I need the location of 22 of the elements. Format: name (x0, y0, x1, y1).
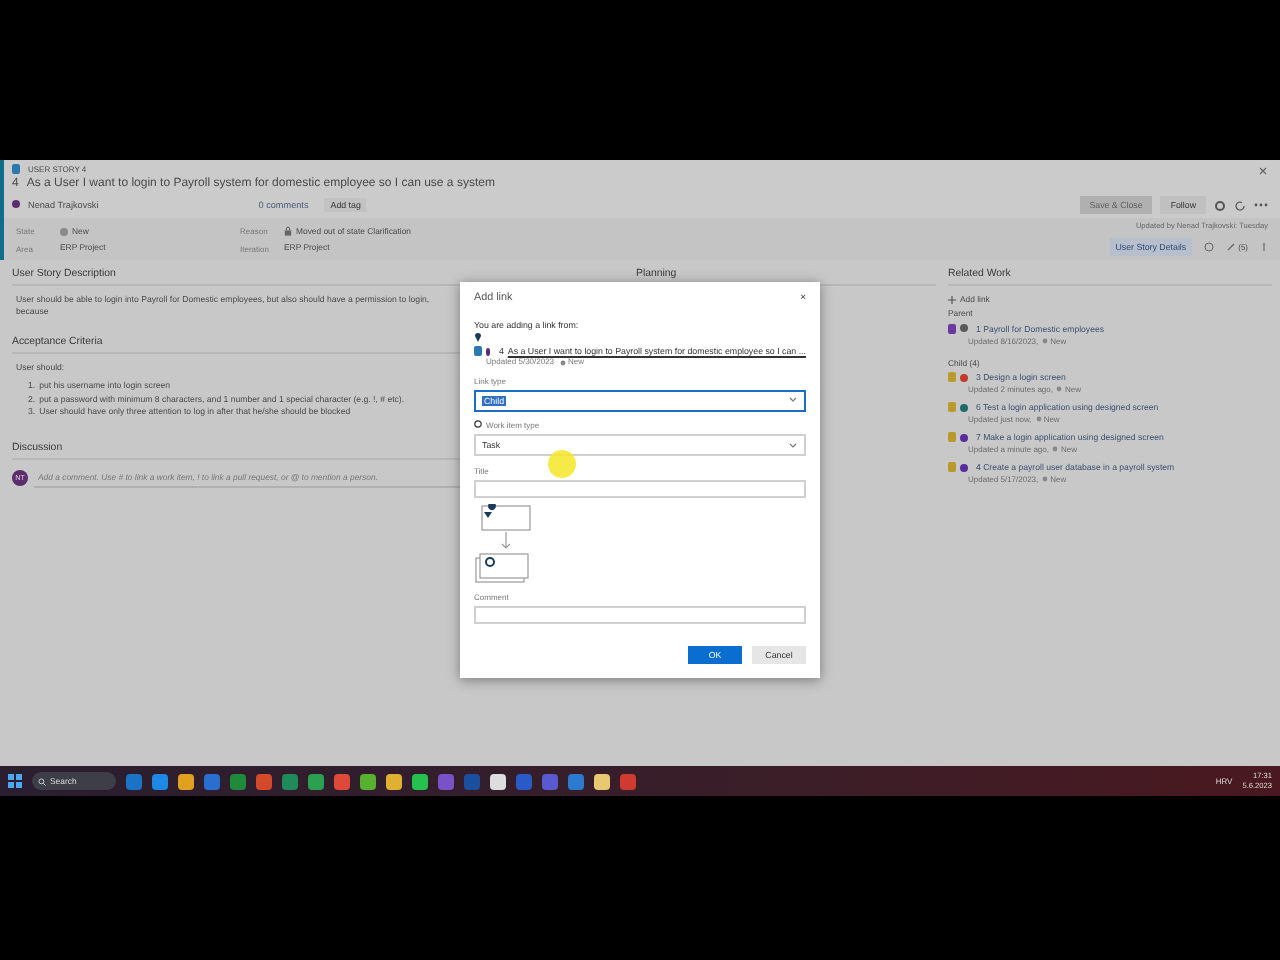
state-dot-icon (1052, 446, 1059, 453)
state-dot (60, 227, 68, 236)
state-dot-icon (1042, 476, 1049, 483)
comment-input[interactable] (474, 606, 806, 625)
lock-icon (284, 226, 292, 237)
search-icon (38, 777, 46, 785)
title-field[interactable] (474, 480, 806, 499)
state-dot-icon (1035, 416, 1042, 423)
chevron-down-icon (788, 396, 798, 405)
target-icon (474, 420, 482, 429)
chevron-down-icon (788, 441, 798, 450)
more-icon[interactable] (1254, 202, 1268, 208)
close-icon[interactable] (1258, 166, 1268, 176)
pin-icon (474, 331, 482, 342)
refresh-icon[interactable] (1234, 199, 1246, 211)
item-avatar (486, 347, 491, 356)
windows-icon[interactable] (8, 774, 22, 788)
state-dot-icon (560, 359, 567, 366)
cursor-highlight (548, 450, 576, 478)
plus-icon (948, 295, 956, 304)
state-dot-icon (1056, 386, 1063, 393)
state-dot-icon (1042, 337, 1049, 344)
